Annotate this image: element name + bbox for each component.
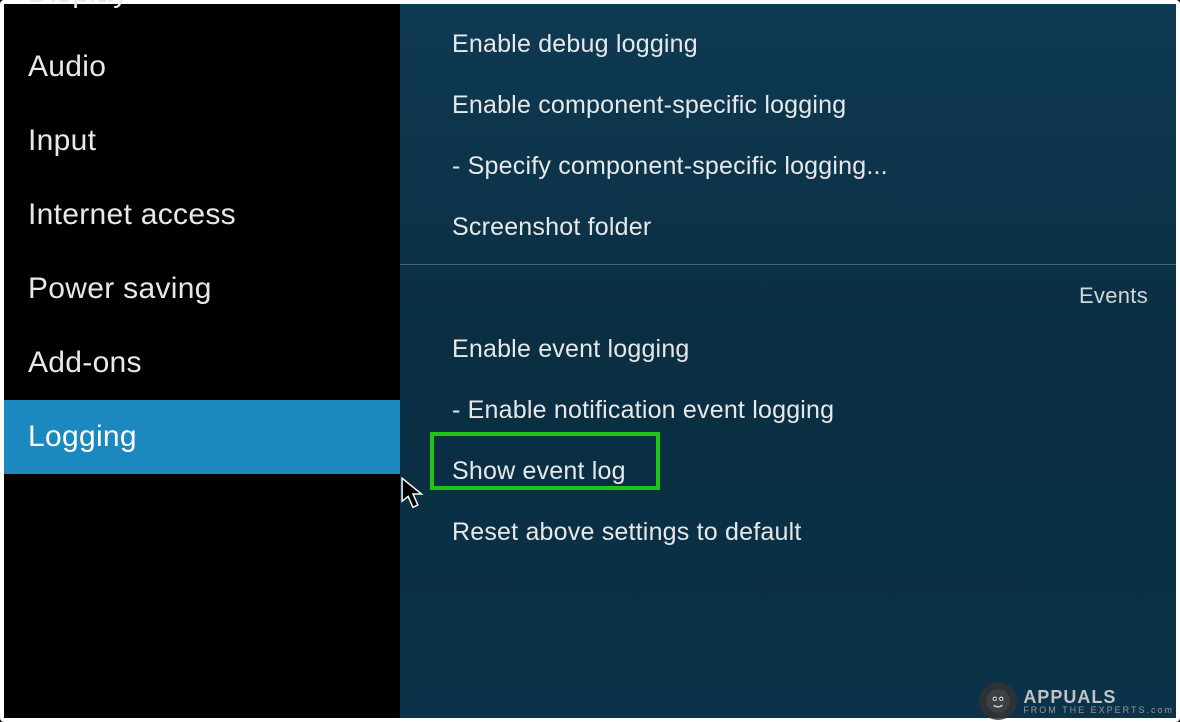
setting-enable-debug-logging[interactable]: Enable debug logging [400,4,1176,75]
setting-enable-notification-event-logging[interactable]: - Enable notification event logging [400,380,1176,441]
setting-reset-defaults[interactable]: Reset above settings to default [400,502,1176,563]
sidebar-item-logging[interactable]: Logging [4,400,400,474]
setting-specify-component-logging[interactable]: - Specify component-specific logging... [400,136,1176,197]
sidebar: Display Audio Input Internet access Powe… [4,4,400,718]
sidebar-item-add-ons[interactable]: Add-ons [4,326,400,400]
section-header-events: Events [400,264,1176,319]
setting-enable-event-logging[interactable]: Enable event logging [400,319,1176,380]
sidebar-item-audio[interactable]: Audio [4,30,400,104]
settings-panel: Enable debug logging Enable component-sp… [400,4,1176,718]
setting-screenshot-folder[interactable]: Screenshot folder [400,197,1176,258]
sidebar-item-internet-access[interactable]: Internet access [4,178,400,252]
sidebar-item-input[interactable]: Input [4,104,400,178]
setting-enable-component-logging[interactable]: Enable component-specific logging [400,75,1176,136]
sidebar-item-power-saving[interactable]: Power saving [4,252,400,326]
app-window: Display Audio Input Internet access Powe… [0,0,1180,722]
setting-show-event-log[interactable]: Show event log [400,441,1176,502]
sidebar-item-display[interactable]: Display [4,0,400,30]
